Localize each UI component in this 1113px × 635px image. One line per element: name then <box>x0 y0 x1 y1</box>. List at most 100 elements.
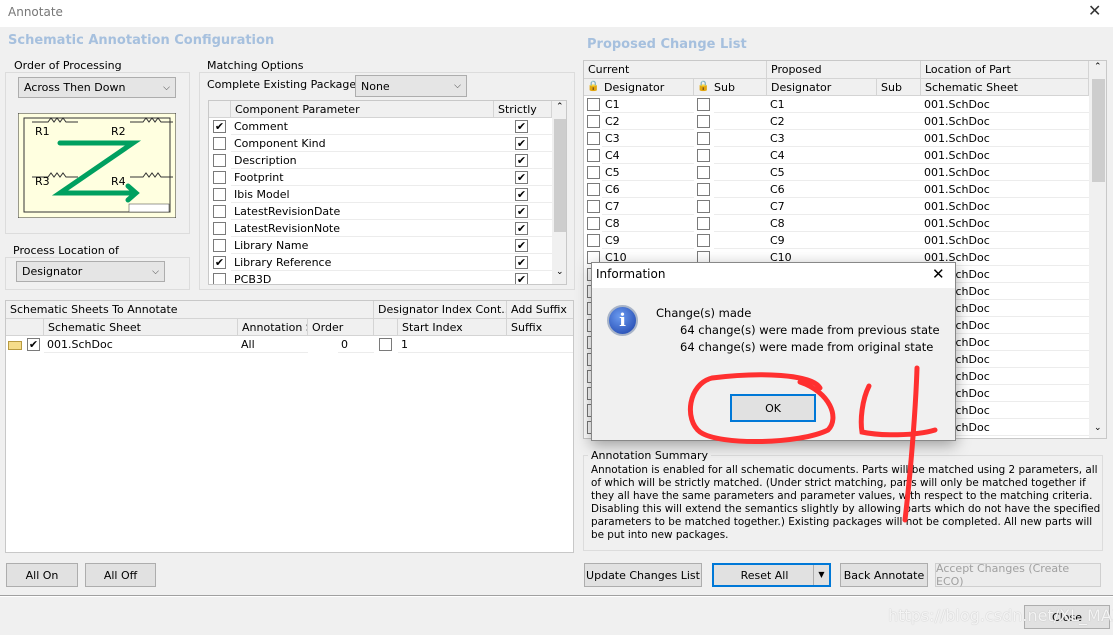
lock-checkbox[interactable] <box>587 234 600 247</box>
order[interactable]: 0 <box>338 336 374 353</box>
parameter-checkbox[interactable]: ✔ <box>213 120 226 133</box>
header-component-parameter[interactable]: Component Parameter <box>231 101 494 118</box>
proposed-sub <box>877 181 921 198</box>
header-start-index[interactable]: Start Index <box>398 319 507 336</box>
sub-lock-checkbox[interactable] <box>697 234 710 247</box>
header-order[interactable]: Order <box>308 319 374 336</box>
lock-checkbox[interactable] <box>587 98 600 111</box>
information-dialog: Information ✕ i Change(s) made 64 change… <box>591 262 956 441</box>
all-off-button[interactable]: All Off <box>85 563 156 587</box>
strictly-checkbox[interactable]: ✔ <box>515 137 528 150</box>
sub-lock-checkbox[interactable] <box>697 183 710 196</box>
title-block <box>128 203 170 213</box>
parameter-name: Ibis Model <box>231 186 494 203</box>
order-select[interactable]: Across Then Down ⌵ <box>18 77 176 98</box>
strictly-checkbox[interactable]: ✔ <box>515 171 528 184</box>
strictly-checkbox[interactable]: ✔ <box>515 239 528 252</box>
schematic-sheet: 001.SchDoc <box>921 96 1089 113</box>
sub-lock-checkbox[interactable] <box>697 98 710 111</box>
strictly-checkbox[interactable]: ✔ <box>515 154 528 167</box>
strictly-checkbox[interactable]: ✔ <box>515 188 528 201</box>
header-schematic-sheet[interactable]: Schematic Sheet <box>921 79 1089 96</box>
strictly-checkbox[interactable]: ✔ <box>515 256 528 269</box>
parameter-checkbox[interactable] <box>213 137 226 150</box>
scroll-thumb[interactable] <box>554 119 566 232</box>
scroll-up-icon[interactable]: ⌃ <box>1094 62 1102 72</box>
dropdown-arrow-icon[interactable]: ▼ <box>813 565 829 585</box>
current-sub <box>714 181 767 198</box>
strictly-checkbox[interactable]: ✔ <box>515 205 528 218</box>
sub-lock-checkbox[interactable] <box>697 166 710 179</box>
index-checkbox[interactable] <box>379 338 392 351</box>
current-designator: C6 <box>602 181 694 198</box>
suffix[interactable] <box>507 336 573 353</box>
annotation-scope[interactable]: All <box>238 336 308 353</box>
sub-lock-checkbox[interactable] <box>697 200 710 213</box>
back-annotate-button[interactable]: Back Annotate <box>840 563 928 587</box>
parameter-checkbox[interactable] <box>213 222 226 235</box>
change-scrollbar[interactable]: ⌃ ⌄ <box>1089 61 1106 438</box>
strictly-checkbox[interactable]: ✔ <box>515 222 528 235</box>
param-scrollbar[interactable]: ⌃ ⌄ <box>552 101 566 284</box>
close-icon[interactable]: ✕ <box>1088 1 1101 20</box>
schematic-sheet: 001.SchDoc <box>921 164 1089 181</box>
sheet-name: 001.SchDoc <box>44 336 238 353</box>
lock-icon[interactable]: 🔒 <box>587 81 599 92</box>
scroll-down-icon[interactable]: ⌄ <box>556 267 564 277</box>
scroll-thumb[interactable] <box>1092 79 1105 182</box>
close-icon[interactable]: ✕ <box>932 265 945 283</box>
scroll-down-icon[interactable]: ⌄ <box>1094 423 1102 433</box>
lock-checkbox[interactable] <box>587 183 600 196</box>
header-suffix[interactable]: Suffix <box>507 319 573 336</box>
reset-all-button[interactable]: Reset All ▼ <box>712 563 831 587</box>
parameter-checkbox[interactable]: ✔ <box>213 256 226 269</box>
parameter-checkbox[interactable] <box>213 188 226 201</box>
packages-select[interactable]: None ⌵ <box>355 75 467 97</box>
header-proposed-designator[interactable]: Designator <box>767 79 877 96</box>
lock-checkbox[interactable] <box>587 115 600 128</box>
packages-value: None <box>361 79 390 93</box>
label-r3: R3 <box>35 175 50 188</box>
sub-lock-checkbox[interactable] <box>697 132 710 145</box>
packages-label: Complete Existing Packages <box>207 78 362 91</box>
lock-icon[interactable]: 🔒 <box>697 81 709 92</box>
header-proposed-sub[interactable]: Sub <box>877 79 921 96</box>
header-current-designator[interactable]: Designator <box>584 79 694 96</box>
header-strictly[interactable]: Strictly <box>494 101 552 118</box>
strictly-checkbox[interactable]: ✔ <box>515 273 528 284</box>
update-changes-button[interactable]: Update Changes List <box>584 563 702 587</box>
proposed-sub <box>877 232 921 249</box>
parameter-checkbox[interactable] <box>213 273 226 284</box>
chevron-down-icon: ⌵ <box>163 82 170 93</box>
header-annotation-scope[interactable]: Annotation Scope <box>238 319 308 336</box>
lock-checkbox[interactable] <box>587 132 600 145</box>
schematic-sheet: 001.SchDoc <box>921 113 1089 130</box>
parameter-checkbox[interactable] <box>213 205 226 218</box>
all-on-button[interactable]: All On <box>6 563 78 587</box>
sub-lock-checkbox[interactable] <box>697 217 710 230</box>
sheet-checkbox[interactable]: ✔ <box>27 338 40 351</box>
chevron-down-icon: ⌵ <box>454 81 461 91</box>
ok-button[interactable]: OK <box>730 394 816 422</box>
sub-lock-checkbox[interactable] <box>697 115 710 128</box>
current-sub <box>714 130 767 147</box>
parameter-checkbox[interactable] <box>213 239 226 252</box>
lock-checkbox[interactable] <box>587 200 600 213</box>
watermark: https://blog.csdn.net/XL_MAX <box>888 606 1113 625</box>
location-select[interactable]: Designator ⌵ <box>16 261 165 282</box>
start-index[interactable]: 1 <box>398 336 507 353</box>
current-sub <box>714 96 767 113</box>
parameter-checkbox[interactable] <box>213 171 226 184</box>
parameter-checkbox[interactable] <box>213 154 226 167</box>
scroll-up-icon[interactable]: ⌃ <box>556 102 564 112</box>
order-label: Order of Processing <box>11 59 125 72</box>
lock-checkbox[interactable] <box>587 149 600 162</box>
location-value: Designator <box>22 265 83 278</box>
header-schematic-sheet[interactable]: Schematic Sheet <box>44 319 238 336</box>
lock-checkbox[interactable] <box>587 166 600 179</box>
proposed-designator: C8 <box>767 215 877 232</box>
strictly-checkbox[interactable]: ✔ <box>515 120 528 133</box>
dialog-title: Information <box>596 267 666 281</box>
sub-lock-checkbox[interactable] <box>697 149 710 162</box>
lock-checkbox[interactable] <box>587 217 600 230</box>
